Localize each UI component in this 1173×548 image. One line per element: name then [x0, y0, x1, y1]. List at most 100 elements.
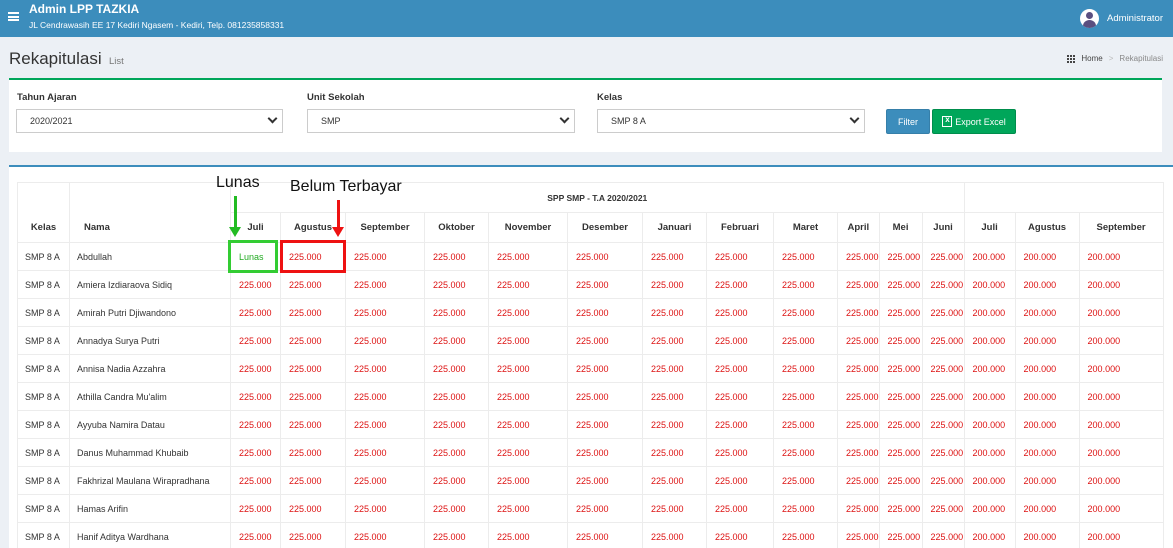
cell-payment: 225.000: [921, 326, 965, 355]
cell-payment: 225.000: [773, 410, 838, 439]
cell-payment: 225.000: [280, 410, 346, 439]
cell-payment: 200.000: [1014, 522, 1080, 548]
filter-button[interactable]: Filter: [886, 109, 930, 134]
cell-payment: 225.000: [567, 522, 643, 548]
cell-payment: 200.000: [1078, 382, 1164, 411]
annotation-arrow-red: [337, 200, 340, 228]
cell-payment: 225.000: [230, 354, 281, 383]
column-header-month: September: [345, 212, 425, 243]
table-row: SMP 8 A Annadya Surya Putri 225.000 225.000…: [17, 326, 1164, 355]
cell-payment: 225.000: [706, 354, 774, 383]
cell-payment: 225.000: [642, 438, 707, 467]
cell-payment: 200.000: [1078, 354, 1164, 383]
user-menu[interactable]: Administrator: [1080, 8, 1163, 28]
cell-payment: 225.000: [773, 382, 838, 411]
cell-payment: 200.000: [1078, 270, 1164, 299]
cell-payment: 225.000: [424, 242, 489, 271]
arrow-down-icon: [332, 227, 344, 237]
cell-payment: 225.000: [642, 242, 707, 271]
cell-payment: 225.000: [878, 382, 923, 411]
cell-payment: 225.000: [567, 438, 643, 467]
cell-payment: 225.000: [488, 438, 568, 467]
cell-payment: 225.000: [837, 354, 880, 383]
cell-nama: Fakhrizal Maulana Wirapradhana: [69, 466, 231, 495]
cell-kelas: SMP 8 A: [17, 438, 70, 467]
cell-payment: 225.000: [280, 270, 346, 299]
cell-payment: 225.000: [642, 466, 707, 495]
column-header-month: Agustus: [1014, 212, 1080, 243]
cell-payment: 200.000: [963, 326, 1016, 355]
cell-payment: 225.000: [345, 270, 425, 299]
cell-payment: 225.000: [878, 410, 923, 439]
cell-payment: 200.000: [1078, 494, 1164, 523]
cell-payment: 200.000: [963, 522, 1016, 548]
cell-payment: 225.000: [280, 438, 346, 467]
cell-payment: 225.000: [230, 494, 281, 523]
table-row: SMP 8 A Amiera Izdiaraova Sidiq 225.000 225…: [17, 270, 1164, 299]
cell-kelas: SMP 8 A: [17, 382, 70, 411]
cell-payment: 200.000: [963, 494, 1016, 523]
table-body: SMP 8 A Abdullah Lunas 225.000 225.000 225.00…: [17, 242, 1164, 548]
recap-table: Kelas Nama SPP SMP - T.A 2020/2021 Juli Agus…: [17, 182, 1164, 548]
page-title: Rekapitulasi: [9, 49, 102, 68]
tahun-ajaran-select[interactable]: 2020/2021: [16, 109, 283, 133]
cell-payment: 225.000: [345, 298, 425, 327]
cell-payment: 225.000: [773, 466, 838, 495]
top-navbar: Admin LPP TAZKIA JL Cendrawasih EE 17 Ke…: [0, 0, 1173, 37]
cell-payment: 200.000: [963, 410, 1016, 439]
cell-payment: 225.000: [488, 298, 568, 327]
column-header-nama: Nama: [69, 182, 231, 243]
cell-kelas: SMP 8 A: [17, 410, 70, 439]
cell-payment: 225.000: [706, 438, 774, 467]
cell-nama: Abdullah: [69, 242, 231, 271]
breadcrumb-current: Rekapitulasi: [1119, 54, 1163, 63]
cell-payment: 225.000: [488, 466, 568, 495]
chevron-down-icon: [267, 113, 278, 124]
excel-file-icon: [942, 115, 953, 127]
cell-payment: 225.000: [567, 410, 643, 439]
cell-kelas: SMP 8 A: [17, 354, 70, 383]
breadcrumb-home[interactable]: Home: [1081, 54, 1102, 63]
unit-sekolah-select[interactable]: SMP: [307, 109, 575, 133]
cell-payment: 225.000: [345, 466, 425, 495]
cell-payment: 225.000: [345, 410, 425, 439]
export-excel-button[interactable]: Export Excel: [932, 109, 1016, 134]
cell-payment: 225.000: [424, 354, 489, 383]
cell-payment: 200.000: [963, 466, 1016, 495]
cell-payment: 225.000: [837, 298, 880, 327]
cell-payment: 200.000: [1014, 298, 1080, 327]
cell-payment: 225.000: [878, 242, 923, 271]
cell-payment: 200.000: [1014, 242, 1080, 271]
chevron-down-icon: [559, 113, 570, 124]
cell-payment: 225.000: [280, 522, 346, 548]
unit-sekolah-label: Unit Sekolah: [307, 92, 365, 103]
kelas-select[interactable]: SMP 8 A: [597, 109, 865, 133]
cell-payment: 225.000: [345, 326, 425, 355]
cell-payment: 200.000: [963, 354, 1016, 383]
column-header-month: Maret: [773, 212, 838, 243]
menu-toggle-icon[interactable]: [8, 12, 19, 21]
cell-payment: 200.000: [1078, 466, 1164, 495]
group-header-next: [963, 182, 1164, 213]
highlight-belum-terbayar: [280, 240, 346, 273]
cell-payment: 225.000: [837, 494, 880, 523]
cell-nama: Amirah Putri Djiwandono: [69, 298, 231, 327]
recap-table-panel: Kelas Nama SPP SMP - T.A 2020/2021 Juli Agus…: [9, 165, 1173, 548]
column-header-month: Juni: [921, 212, 965, 243]
cell-kelas: SMP 8 A: [17, 326, 70, 355]
cell-payment: 225.000: [706, 242, 774, 271]
avatar: [1080, 8, 1100, 28]
cell-payment: 225.000: [642, 522, 707, 548]
cell-payment: 225.000: [230, 298, 281, 327]
kelas-label: Kelas: [597, 92, 623, 103]
cell-payment: 225.000: [837, 382, 880, 411]
cell-payment: 225.000: [230, 270, 281, 299]
unit-sekolah-value: SMP: [321, 116, 341, 126]
export-excel-label: Export Excel: [955, 116, 1006, 127]
kelas-value: SMP 8 A: [611, 116, 646, 126]
cell-payment: 225.000: [921, 494, 965, 523]
column-header-month: Februari: [706, 212, 774, 243]
cell-payment: 225.000: [642, 494, 707, 523]
cell-payment: 225.000: [424, 382, 489, 411]
table-row: SMP 8 A Danus Muhammad Khubaib 225.000 225.…: [17, 438, 1164, 467]
